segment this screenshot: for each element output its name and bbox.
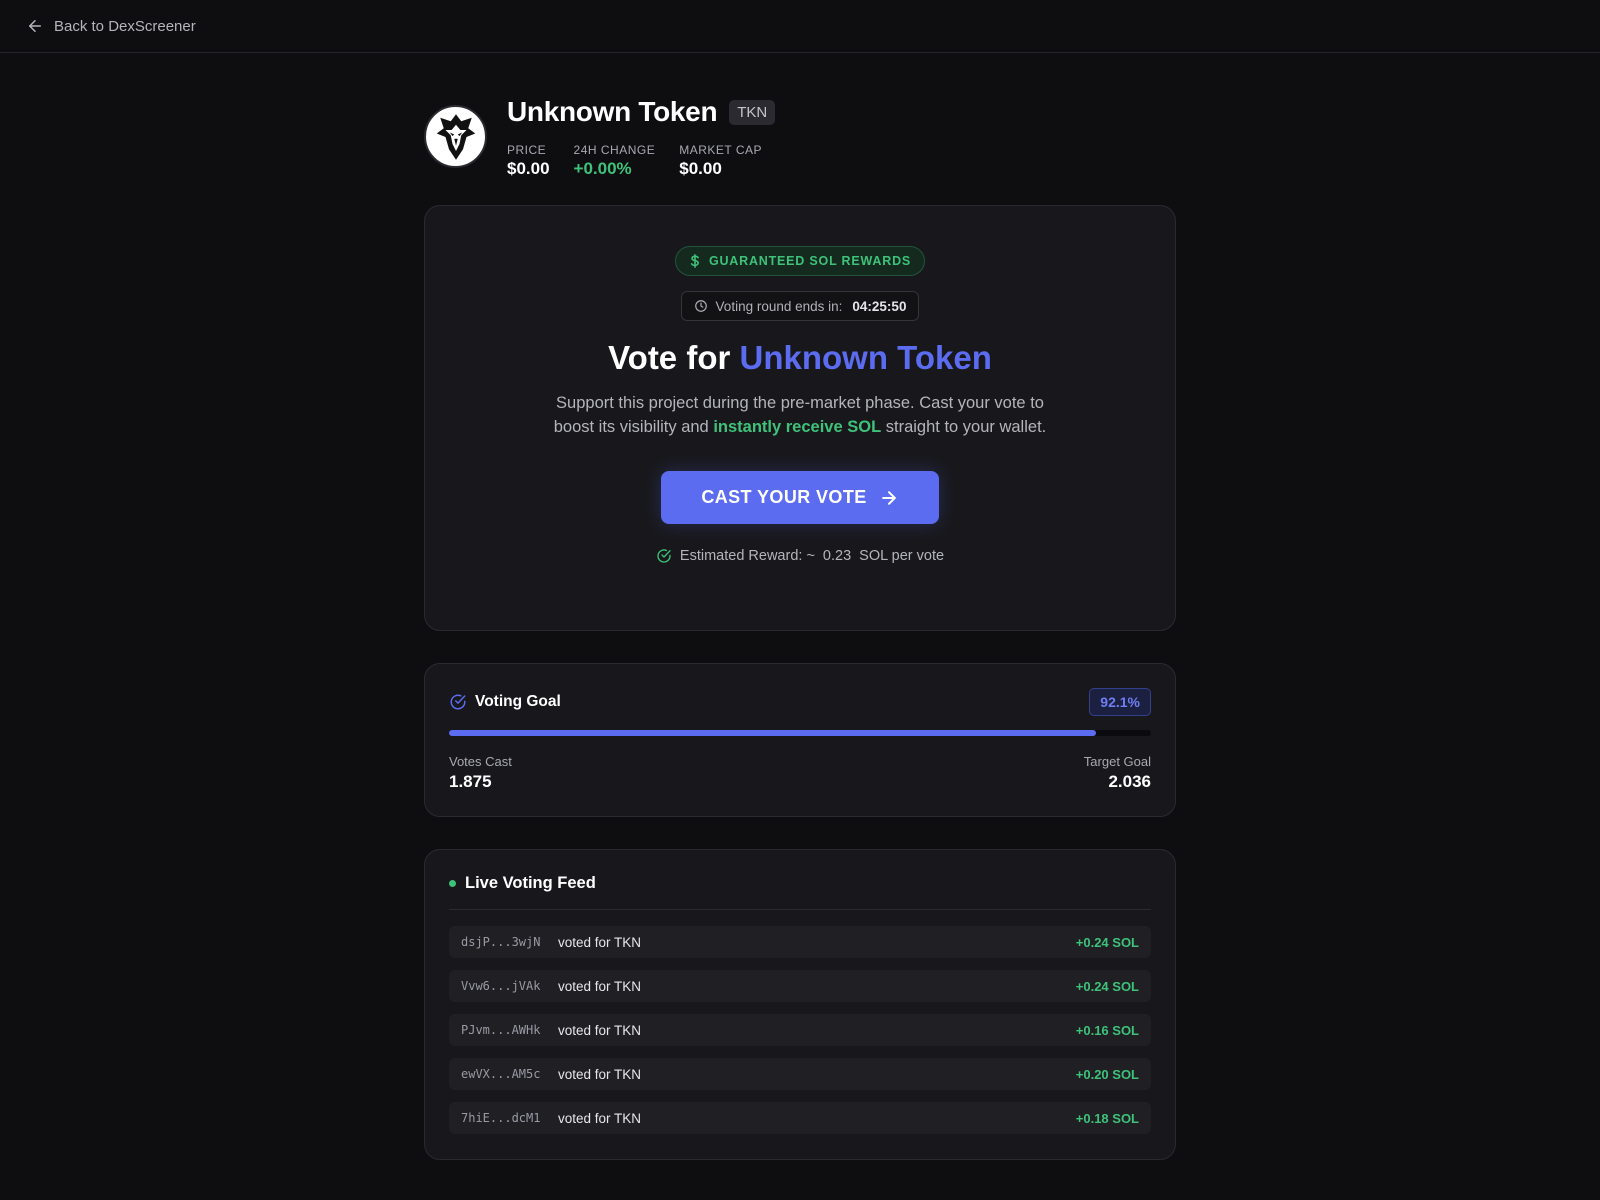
estimate-suffix: SOL per vote [859, 548, 945, 564]
timer-label: Voting round ends in: [715, 298, 843, 314]
dollar-icon [690, 254, 699, 268]
feed-row-address: PJvm...AWHk [461, 1023, 541, 1037]
feed-row-action: voted for TKN [558, 978, 642, 994]
feed-row-address: dsjP...3wjN [461, 935, 541, 949]
vote-desc-highlight: instantly receive SOL [713, 418, 882, 436]
token-stats: PRICE $0.00 24H CHANGE +0.00% MARKET CAP $0.0… [507, 143, 775, 179]
arrow-left-icon [29, 20, 41, 32]
feed-row-amount: +0.20 SOL [1075, 1066, 1139, 1082]
token-stat-label: PRICE [507, 143, 547, 157]
goal-percent-badge: 92.1% [1089, 688, 1151, 716]
estimate-prefix: Estimated Reward: ~ [679, 548, 815, 564]
feed-row-address: Vvw6...jVAk [461, 979, 541, 993]
feed-row-amount: +0.16 SOL [1075, 1022, 1139, 1038]
feed-row-address: ewVX...AM5c [461, 1067, 541, 1081]
cast-vote-button[interactable]: CAST YOUR VOTE [661, 471, 939, 524]
feed-row-action: voted for TKN [558, 1066, 642, 1082]
target-goal-label: Target Goal [1083, 754, 1151, 769]
check-circle-icon [450, 694, 466, 710]
token-stat-label: MARKET CAP [679, 143, 763, 157]
rewards-badge-label: GUARANTEED SOL REWARDS [708, 254, 912, 268]
estimate-value: 0.23 [822, 548, 852, 564]
feed-row: PJvm...AWHk voted for TKN +0.16 SOL [449, 1014, 1151, 1046]
live-dot-icon [449, 880, 456, 887]
token-stat-value: $0.00 [679, 159, 722, 178]
ticker-badge: TKN [729, 99, 776, 125]
feed-row: dsjP...3wjN voted for TKN +0.24 SOL [449, 926, 1151, 958]
feed-header: Live Voting Feed [449, 874, 1151, 910]
vote-title-token: Unknown Token [739, 339, 992, 376]
feed-row-address: 7hiE...dcM1 [461, 1111, 541, 1125]
back-to-dexscreener-link[interactable]: Back to DexScreener [26, 17, 196, 35]
feed-row-amount: +0.18 SOL [1075, 1110, 1139, 1126]
token-stat: MARKET CAP $0.00 [679, 143, 762, 179]
timer-value: 04:25:50 [852, 298, 907, 314]
token-stat-label: 24H CHANGE [573, 143, 656, 157]
feed-title: Live Voting Feed [465, 874, 596, 892]
vote-title: Vote for Unknown Token [425, 339, 1175, 377]
vote-card: GUARANTEED SOL REWARDS Voting round ends… [424, 205, 1176, 631]
target-goal-value: 2.036 [1108, 772, 1151, 791]
vote-desc-part2: straight to your wallet. [885, 418, 1047, 436]
feed-row-action: voted for TKN [558, 1110, 642, 1126]
voting-timer: Voting round ends in: 04:25:50 [680, 291, 920, 321]
feed-row: 7hiE...dcM1 voted for TKN +0.18 SOL [449, 1102, 1151, 1134]
top-bar: Back to DexScreener [0, 0, 1600, 53]
token-stat-value: $0.00 [507, 159, 550, 178]
goal-title: Voting Goal [449, 693, 561, 711]
clock-icon [694, 300, 707, 312]
rewards-badge: GUARANTEED SOL REWARDS [674, 246, 926, 276]
back-label: Back to DexScreener [54, 17, 196, 35]
votes-cast: Votes Cast 1.875 [449, 754, 512, 792]
token-stat-value: +0.00% [573, 159, 632, 178]
token-header: Unknown Token TKN PRICE $0.00 24H CHANGE +0… [424, 95, 1176, 205]
arrow-right-icon [881, 490, 896, 505]
token-stat: PRICE $0.00 [507, 143, 550, 179]
goal-title-label: Voting Goal [475, 693, 561, 710]
cast-vote-label: CAST YOUR VOTE [701, 487, 867, 507]
target-goal: Target Goal 2.036 [1084, 754, 1151, 792]
feed-row-action: voted for TKN [558, 934, 642, 950]
goal-progress-fill [449, 730, 1096, 736]
vote-description: Support this project during the pre-mark… [550, 391, 1050, 439]
feed-row: ewVX...AM5c voted for TKN +0.20 SOL [449, 1058, 1151, 1090]
check-circle-icon [657, 549, 671, 563]
estimated-reward: Estimated Reward: ~ 0.23 SOL per vote [425, 548, 1175, 564]
eagle-logo [424, 105, 487, 168]
feed-row: Vvw6...jVAk voted for TKN +0.24 SOL [449, 970, 1151, 1002]
feed-row-amount: +0.24 SOL [1075, 978, 1139, 994]
voting-goal-card: Voting Goal 92.1% Votes Cast 1.875 Targe… [424, 663, 1176, 817]
goal-progress-bar [449, 730, 1151, 736]
votes-cast-value: 1.875 [449, 772, 492, 791]
feed-row-action: voted for TKN [558, 1022, 642, 1038]
token-stat: 24H CHANGE +0.00% [574, 143, 656, 179]
vote-title-prefix: Vote for [608, 339, 731, 376]
votes-cast-label: Votes Cast [449, 754, 512, 769]
token-info: Unknown Token TKN PRICE $0.00 24H CHANGE +0… [507, 95, 776, 179]
feed-list: dsjP...3wjN voted for TKN +0.24 SOL Vvw6...… [449, 926, 1151, 1134]
feed-row-amount: +0.24 SOL [1075, 934, 1139, 950]
main-content: Unknown Token TKN PRICE $0.00 24H CHANGE +0… [424, 95, 1176, 1160]
token-name: Unknown Token [507, 96, 718, 127]
live-voting-feed-card: Live Voting Feed dsjP...3wjN voted for TK… [424, 849, 1176, 1160]
